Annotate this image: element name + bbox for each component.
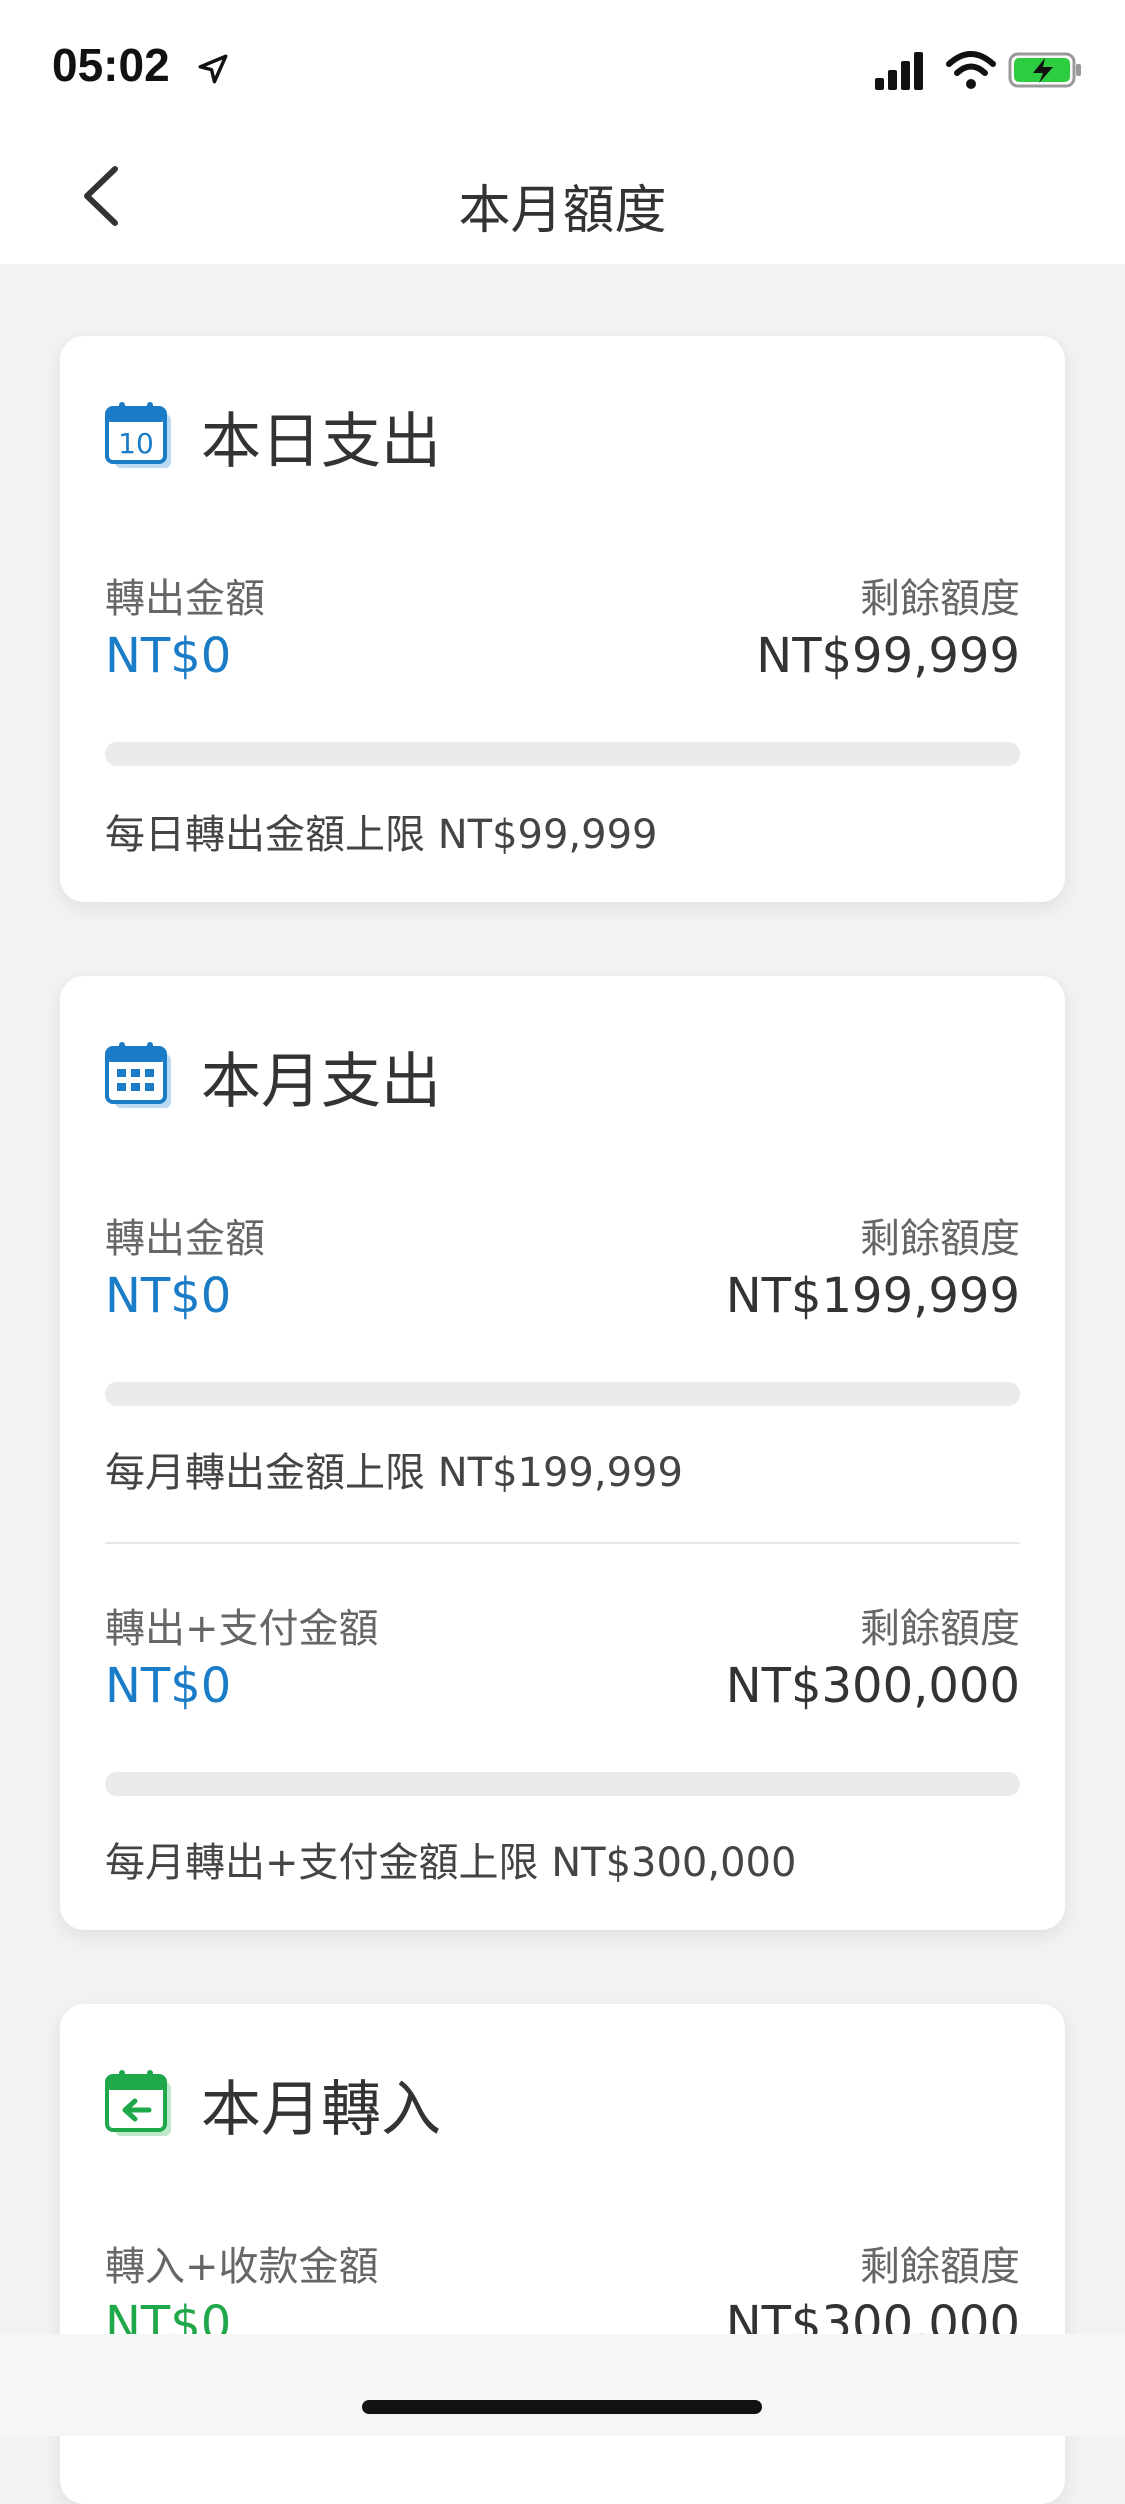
calendar-transfer-in-icon xyxy=(105,2070,171,2136)
daily-limit-text: 每日轉出金額上限 NT$99,999 xyxy=(105,812,658,858)
home-indicator[interactable] xyxy=(362,2400,762,2414)
card-title: 本月支出 xyxy=(201,1046,441,1117)
usage-progress-bar xyxy=(105,1382,1020,1406)
remaining-label: 剩餘額度 xyxy=(860,1216,1020,1262)
usage-progress-bar xyxy=(105,742,1020,766)
daily-spend-card: 10 本日支出 轉出金額 剩餘額度 NT$0 NT$99,999 每日轉出金額上… xyxy=(60,336,1065,902)
card-header: 本月轉入 xyxy=(105,2064,441,2145)
location-arrow-icon xyxy=(198,54,228,84)
wifi-icon xyxy=(946,51,996,89)
page-title: 本月額度 xyxy=(458,181,667,241)
remaining-value: NT$199,999 xyxy=(725,1268,1020,1324)
calendar-month-icon xyxy=(105,1042,171,1108)
remaining-label: 剩餘額度 xyxy=(860,2244,1020,2290)
status-time: 05:02 xyxy=(52,39,170,91)
status-icons xyxy=(875,51,1081,90)
bottom-safe-area xyxy=(0,2334,1125,2436)
divider xyxy=(105,1542,1020,1544)
battery-charging-icon xyxy=(1008,52,1081,88)
transfer-in-label: 轉入+收款金額 xyxy=(105,2244,379,2290)
transfer-pay-label: 轉出+支付金額 xyxy=(105,1606,379,1652)
card-header: 10 本日支出 xyxy=(105,396,441,477)
svg-text:10: 10 xyxy=(118,427,154,460)
calendar-day-icon: 10 xyxy=(105,402,171,468)
transfer-out-value: NT$0 xyxy=(105,628,232,684)
card-title: 本日支出 xyxy=(201,406,441,477)
transfer-pay-value: NT$0 xyxy=(105,1658,232,1714)
transfer-out-label: 轉出金額 xyxy=(105,576,265,622)
remaining-label: 剩餘額度 xyxy=(860,576,1020,622)
transfer-out-value: NT$0 xyxy=(105,1268,232,1324)
status-bar: 05:02 xyxy=(0,0,1125,132)
nav-bar: 本月額度 xyxy=(0,132,1125,264)
signal-icon xyxy=(875,52,923,90)
card-header: 本月支出 xyxy=(105,1036,441,1117)
remaining-value: NT$99,999 xyxy=(756,628,1020,684)
remaining-label: 剩餘額度 xyxy=(860,1606,1020,1652)
monthly-pay-limit-text: 每月轉出+支付金額上限 NT$300,000 xyxy=(105,1840,797,1886)
monthly-spend-card: 本月支出 轉出金額 剩餘額度 NT$0 NT$199,999 每月轉出金額上限 … xyxy=(60,976,1065,1930)
transfer-out-label: 轉出金額 xyxy=(105,1216,265,1262)
monthly-limit-text: 每月轉出金額上限 NT$199,999 xyxy=(105,1450,683,1496)
card-title: 本月轉入 xyxy=(201,2074,441,2145)
usage-progress-bar xyxy=(105,1772,1020,1796)
remaining-value: NT$300,000 xyxy=(725,1658,1020,1714)
